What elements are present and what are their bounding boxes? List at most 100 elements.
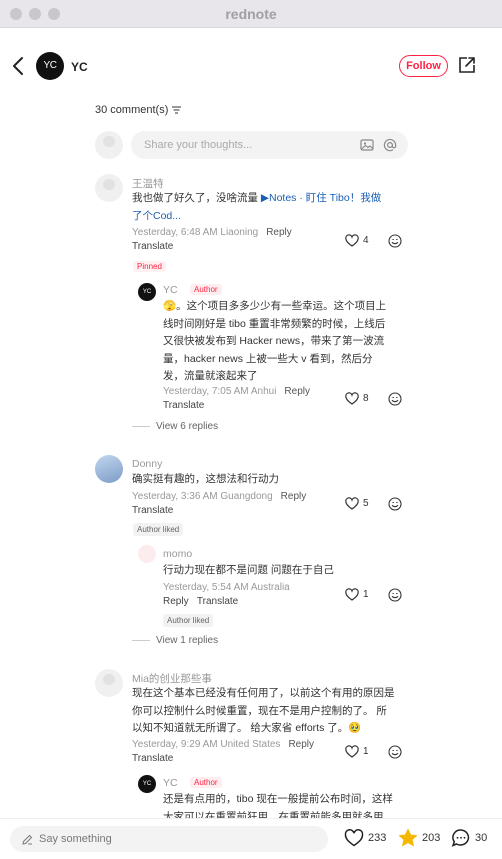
heart-icon [345, 392, 359, 405]
share-icon[interactable] [458, 56, 476, 74]
author-liked-badge: Author liked [133, 523, 184, 536]
emoji-react-icon[interactable] [388, 497, 402, 511]
view-replies-button[interactable]: View 6 replies [132, 421, 218, 432]
like-button[interactable]: 4 [345, 234, 369, 247]
translate-button[interactable]: Translate [132, 241, 173, 252]
translate-button[interactable]: Translate [163, 400, 204, 411]
note-link-continued[interactable]: 了个Cod... [132, 210, 181, 222]
reply-line: 线时间刚好是 tibo 重置非常频繁的时候，上线后 [163, 317, 386, 330]
reply-line: 又很快被发布到 Hacker news，带来了第一波流 [163, 335, 385, 347]
author-avatar[interactable]: YC [36, 52, 64, 80]
like-count: 1 [363, 746, 369, 757]
divider [132, 640, 150, 641]
comment-meta: Yesterday, 3:36 AM Guangdong Reply [132, 491, 306, 502]
comment-text: 我也做了好久了，没啥流量 ▶︎Notes · 盯住 Tibo！我做 了个Cod..… [132, 190, 407, 225]
note-collect-count: 203 [422, 832, 441, 844]
reply-line: 发，流量就滚起来了 [163, 370, 258, 382]
mention-icon[interactable] [383, 138, 397, 152]
reply-button[interactable]: Reply [163, 596, 189, 607]
window-title: rednote [225, 6, 277, 22]
comment-meta: Yesterday, 9:29 AM United States Reply [132, 739, 314, 750]
note-collect-button[interactable]: 203 [398, 828, 440, 848]
reply-line: 量，hacker news 上被一些大 v 看到，然后分 [163, 352, 373, 365]
note-comment-button[interactable]: 30 [451, 828, 487, 848]
comment-count: 30 comment(s) [95, 104, 169, 116]
note-like-count: 233 [368, 832, 387, 844]
note-comment-count: 30 [475, 832, 488, 844]
emoji-react-icon[interactable] [388, 234, 402, 248]
like-button[interactable]: 8 [345, 392, 369, 405]
note-like-button[interactable]: 233 [344, 828, 386, 848]
reply-author-name[interactable]: YC [163, 284, 178, 296]
heart-icon [345, 497, 359, 510]
reply-button[interactable]: Reply [288, 739, 314, 750]
divider [132, 426, 150, 427]
current-user-avatar [95, 131, 123, 159]
view-replies-label: View 6 replies [156, 421, 219, 432]
reply-actions: Reply Translate [163, 596, 238, 607]
back-arrow-icon[interactable] [10, 56, 28, 76]
commenter-name[interactable]: Mia的创业那些事 [132, 671, 212, 686]
commenter-avatar[interactable] [95, 455, 123, 483]
reply-author-name[interactable]: YC [163, 777, 178, 789]
reply-time-location: Yesterday, 5:54 AM Australia [163, 582, 290, 593]
reply-author-avatar[interactable]: YC [138, 775, 156, 793]
reply-button[interactable]: Reply [281, 491, 307, 502]
note-header: YC YC Follow [0, 28, 502, 104]
commenter-name[interactable]: Donny [132, 458, 162, 470]
note-link[interactable]: Notes · 盯住 Tibo！我做 [269, 192, 381, 204]
comment-time-location: Yesterday, 3:36 AM Guangdong [132, 491, 273, 502]
translate-button[interactable]: Translate [132, 505, 173, 516]
heart-icon [345, 234, 359, 247]
comment-text: 确实挺有趣的，这想法和行动力 [132, 473, 279, 485]
author-badge: Author [190, 777, 222, 788]
say-something-input[interactable]: Say something [10, 826, 328, 852]
bottom-action-bar: Say something 233 203 30 [0, 818, 502, 859]
author-name[interactable]: YC [71, 60, 88, 74]
commenter-avatar[interactable] [95, 669, 123, 697]
reply-author-avatar[interactable]: YC [138, 283, 156, 301]
reply-time-location: Yesterday, 7:05 AM Anhui [163, 386, 277, 397]
emoji-react-icon[interactable] [388, 392, 402, 406]
reply-button[interactable]: Reply [284, 386, 310, 397]
comment-text-prefix: 我也做了好久了，没啥流量 [132, 192, 261, 204]
heart-icon [345, 588, 359, 601]
heart-icon [345, 745, 359, 758]
reply-line: 还是有点用的，tibo 现在一般提前公布时间，这样 [163, 793, 393, 805]
author-badge: Author [190, 284, 222, 295]
like-count: 5 [363, 498, 369, 509]
image-icon[interactable] [360, 138, 374, 152]
window-titlebar: rednote [0, 0, 502, 28]
commenter-name[interactable]: 王温特 [132, 176, 164, 191]
sort-icon[interactable] [172, 106, 182, 114]
reply-author-avatar[interactable] [138, 545, 156, 563]
heart-icon [344, 829, 364, 847]
follow-button[interactable]: Follow [399, 55, 448, 77]
commenter-avatar[interactable] [95, 174, 123, 202]
like-button[interactable]: 1 [345, 745, 369, 758]
comment-meta: Yesterday, 6:48 AM Liaoning Reply [132, 227, 292, 238]
emoji-react-icon[interactable] [388, 588, 402, 602]
chat-bubble-icon [451, 829, 470, 847]
star-icon [398, 829, 418, 847]
like-count: 1 [363, 589, 369, 600]
translate-button[interactable]: Translate [132, 753, 173, 764]
comment-count-row[interactable]: 30 comment(s) [95, 104, 182, 116]
comment-line: 现在这个基本已经没有任何用了，以前这个有用的原因是 [132, 687, 395, 699]
like-button[interactable]: 5 [345, 497, 369, 510]
like-button[interactable]: 1 [345, 588, 369, 601]
like-count: 8 [363, 393, 369, 404]
reply-author-name[interactable]: momo [163, 548, 192, 560]
reply-button[interactable]: Reply [266, 227, 292, 238]
view-replies-label: View 1 replies [156, 635, 219, 646]
comment-time-location: Yesterday, 6:48 AM Liaoning [132, 227, 259, 238]
like-count: 4 [363, 235, 369, 246]
emoji-react-icon[interactable] [388, 745, 402, 759]
pencil-icon [22, 834, 33, 845]
comment-time-location: Yesterday, 9:29 AM United States [132, 739, 281, 750]
reply-text: 🫣。这个项目多多少少有一些幸运。这个项目上 线时间刚好是 tibo 重置非常频繁… [163, 298, 408, 386]
pinned-badge: Pinned [133, 261, 166, 272]
view-replies-button[interactable]: View 1 replies [132, 635, 218, 646]
translate-button[interactable]: Translate [197, 596, 238, 607]
comment-line: 你可以控制什么时候重置，现在不是用户控制的了。 所 [132, 704, 387, 717]
